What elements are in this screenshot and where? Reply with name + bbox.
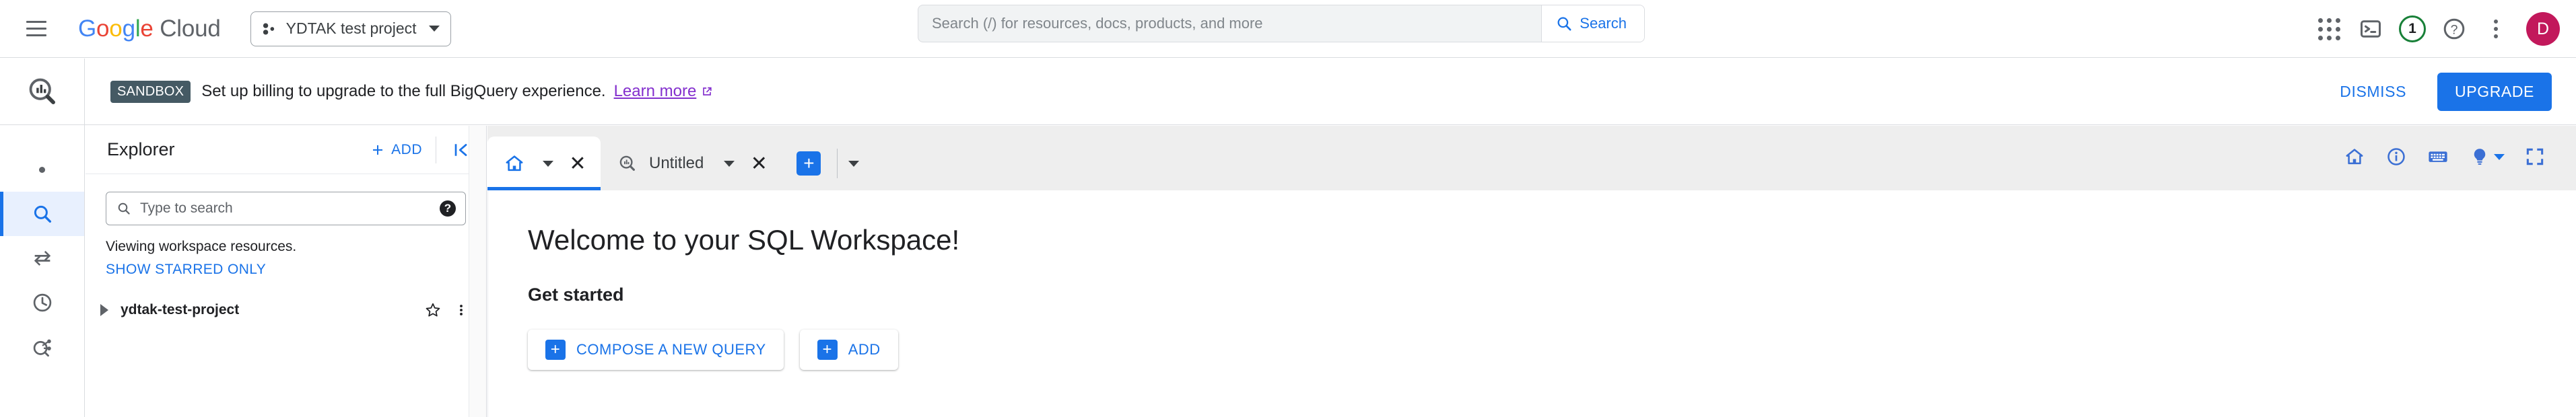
triangle-right-icon[interactable] [100, 304, 108, 316]
dot-icon [39, 166, 45, 173]
main-content: ✕ Untitled ✕ + Welcome to your SQL Works… [487, 126, 2576, 417]
chevron-down-icon[interactable] [543, 160, 553, 167]
project-selector-label: YDTAK test project [285, 20, 417, 37]
rail-item-history[interactable] [0, 280, 84, 325]
toolbar-tips-chevron-down-icon[interactable] [2494, 153, 2505, 160]
plus-square-icon: + [817, 340, 838, 360]
plus-icon [373, 145, 383, 155]
explorer-note: Viewing workspace resources. [106, 239, 297, 254]
page-title: Explorer [107, 139, 175, 159]
add-data-button[interactable]: + ADD [799, 330, 898, 370]
learn-more-link[interactable]: Learn more [614, 82, 714, 101]
search-icon [34, 205, 51, 223]
more-vert-icon[interactable] [454, 301, 469, 319]
plus-square-icon: + [545, 340, 566, 360]
add-data-label: ADD [391, 141, 422, 157]
get-started-actions: + COMPOSE A NEW QUERY + ADD [528, 330, 2576, 370]
clock-history-icon [33, 293, 51, 312]
chevron-down-icon [428, 26, 440, 32]
tab-untitled-query[interactable]: Untitled ✕ [601, 137, 782, 190]
project-selector[interactable]: YDTAK test project [250, 11, 451, 46]
sandbox-message: Set up billing to upgrade to the full Bi… [201, 82, 606, 100]
scheduled-queries-icon [33, 339, 51, 357]
rail-item-transfers[interactable] [0, 236, 84, 280]
upgrade-button[interactable]: UPGRADE [2437, 72, 2552, 111]
tab-home[interactable]: ✕ [487, 137, 601, 190]
status-badge: SANDBOX [110, 80, 191, 103]
left-rail [0, 59, 85, 417]
compose-new-query-label: COMPOSE A NEW QUERY [576, 341, 766, 358]
toolbar-info-icon[interactable] [2375, 138, 2417, 176]
rail-item-dot[interactable] [0, 147, 84, 192]
welcome-panel: Welcome to your SQL Workspace! Get start… [487, 190, 2576, 370]
close-icon[interactable]: ✕ [564, 150, 591, 177]
explorer-header: Explorer ADD [86, 126, 486, 174]
help-icon[interactable]: ? [2433, 8, 2475, 50]
google-cloud-logo[interactable]: Google Cloud [78, 15, 221, 42]
list-item[interactable]: ydtak-test-project [86, 295, 486, 325]
tab-bar: ✕ Untitled ✕ + [487, 126, 2576, 190]
project-nodes-icon [263, 22, 274, 35]
help-icon[interactable]: ? [440, 200, 456, 217]
search-button-label: Search [1580, 15, 1627, 32]
global-search-bar[interactable]: Search [918, 5, 1645, 42]
show-starred-only-link[interactable]: SHOW STARRED ONLY [106, 262, 266, 278]
search-button[interactable]: Search [1541, 5, 1644, 42]
explorer-panel: Explorer ADD ? Viewing workspace [86, 126, 487, 417]
add-data-button[interactable]: ADD [370, 142, 436, 158]
dismiss-button[interactable]: DISMISS [2332, 76, 2414, 108]
bigquery-logo-icon [610, 153, 645, 174]
svg-text:?: ? [2451, 23, 2458, 38]
top-header: Google Cloud YDTAK test project Search (… [0, 0, 2576, 58]
search-input[interactable] [132, 200, 440, 217]
header-actions: 1 ? D [2308, 0, 2560, 58]
search-icon [118, 202, 130, 215]
hamburger-icon[interactable] [24, 17, 48, 41]
toolbar-keyboard-shortcuts-icon[interactable] [2417, 138, 2459, 176]
data-transfer-icon [34, 250, 50, 266]
close-icon[interactable]: ✕ [745, 150, 772, 177]
sandbox-actions: DISMISS UPGRADE [2332, 72, 2552, 111]
cloud-shell-icon[interactable] [2350, 8, 2392, 50]
welcome-title: Welcome to your SQL Workspace! [528, 224, 960, 256]
search-icon [1557, 17, 1571, 31]
rail-item-scheduled-queries[interactable] [0, 325, 84, 369]
add-data-label: ADD [848, 341, 881, 358]
more-options-icon[interactable] [2475, 8, 2517, 50]
notifications-badge-icon[interactable]: 1 [2392, 8, 2433, 50]
add-tab-chevron-down-icon[interactable] [848, 160, 860, 167]
home-icon [497, 153, 532, 174]
add-tab-button[interactable]: + [796, 151, 821, 176]
project-name: ydtak-test-project [121, 302, 240, 317]
learn-more-label: Learn more [613, 82, 697, 100]
main-toolbar [2334, 138, 2576, 190]
compose-new-query-button[interactable]: + COMPOSE A NEW QUERY [528, 330, 784, 370]
apps-grid-icon[interactable] [2308, 8, 2350, 50]
tab-label: Untitled [649, 154, 704, 172]
chevron-down-icon[interactable] [724, 160, 735, 167]
toolbar-fullscreen-icon[interactable] [2514, 138, 2556, 176]
sandbox-notification-bar: SANDBOX Set up billing to upgrade to the… [85, 59, 2576, 125]
search-input[interactable] [918, 15, 1542, 32]
bigquery-logo-icon[interactable] [0, 59, 84, 125]
star-outline-icon[interactable] [424, 301, 442, 319]
divider [837, 149, 838, 178]
rail-item-search[interactable] [0, 192, 84, 236]
explorer-scrollbar[interactable] [469, 126, 486, 417]
external-link-icon [703, 87, 712, 96]
get-started-title: Get started [528, 285, 624, 305]
avatar[interactable]: D [2526, 12, 2560, 46]
notification-count: 1 [2399, 15, 2426, 42]
explorer-search[interactable]: ? [106, 192, 466, 225]
toolbar-home-icon[interactable] [2334, 138, 2375, 176]
divider [487, 190, 488, 417]
